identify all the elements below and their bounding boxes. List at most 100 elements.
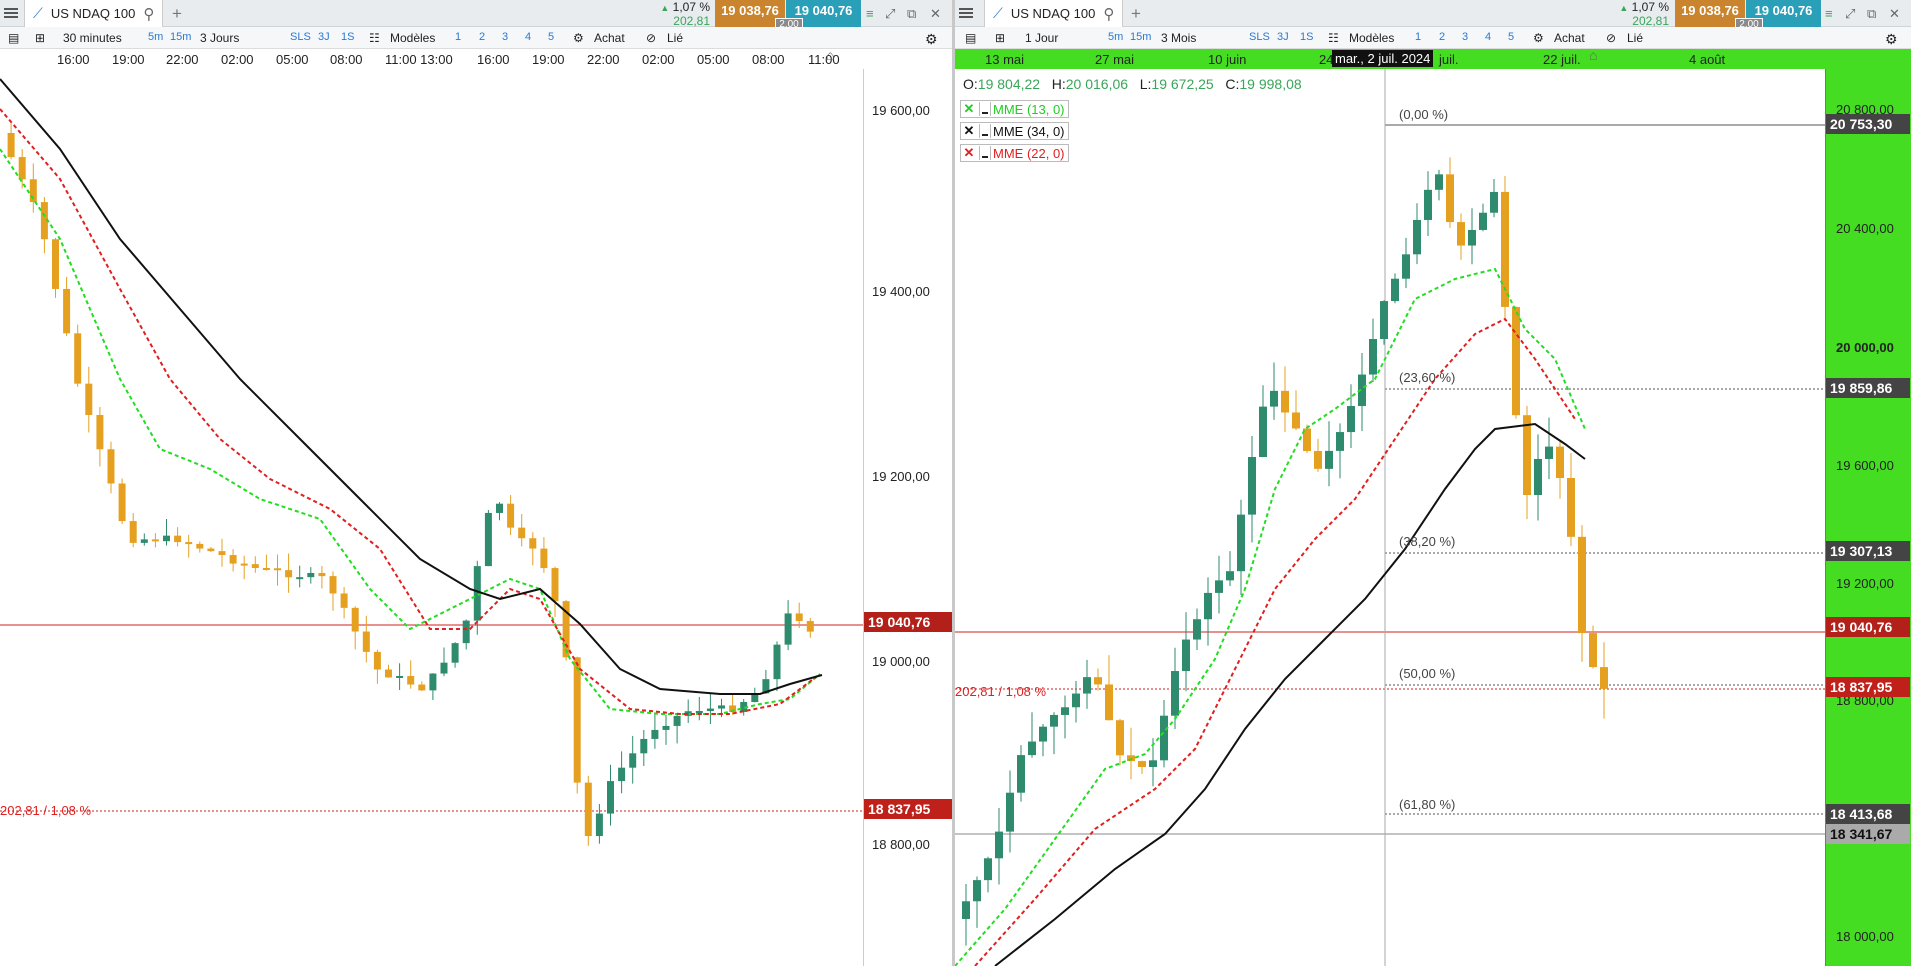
buy-button[interactable]: Achat [594,31,625,45]
list-icon[interactable]: ▤ [8,31,19,45]
daily-candle [1226,571,1234,581]
link-icon[interactable]: ⊘ [1606,31,1616,45]
remove-indicator-icon[interactable]: ✕ [961,123,977,139]
add-tab-icon[interactable]: + [172,4,182,24]
ref-change-label: 202,81 / 1,08 % [955,684,1047,699]
time-label: 08:00 [752,52,785,67]
preset-2-button[interactable]: 2 [479,31,485,43]
daily-candle [1083,677,1091,694]
close-icon[interactable]: ✕ [1889,6,1900,22]
link-icon[interactable]: ⊘ [646,31,656,45]
popout-icon[interactable]: ⧉ [907,6,916,22]
preset-1-button[interactable]: 1 [455,31,461,43]
preset-4-button[interactable]: 4 [1485,31,1491,43]
linked-button[interactable]: Lié [1627,31,1643,45]
intraday-candle [573,657,581,783]
models-icon[interactable]: ☷ [1328,31,1339,45]
up-arrow-icon: ▲ [660,3,670,13]
search-icon[interactable]: ⚲ [143,5,154,23]
instrument-name: US NDAQ 100 [1010,6,1096,21]
instrument-tab[interactable]: ⟋ US NDAQ 100 ⚲ [984,0,1124,27]
settings-gear-icon[interactable]: ⚙ [1885,31,1898,48]
instrument-tab[interactable]: ⟋ US NDAQ 100 ⚲ [24,0,164,27]
legend-ema-34[interactable]: ✕ MME (34, 0) [960,122,1069,140]
range-3j-button[interactable]: 3J [1277,31,1289,43]
layout-icon[interactable]: ⊞ [995,31,1005,45]
range-1s-button[interactable]: 1S [1300,31,1313,43]
models-button[interactable]: Modèles [390,31,435,45]
tf-5m-button[interactable]: 5m [1108,31,1123,43]
preset-4-button[interactable]: 4 [525,31,531,43]
search-icon[interactable]: ⚲ [1103,5,1114,23]
tab-bar: ⟋ US NDAQ 100 ⚲ + ▲ 1,07 % 202,81 19 038… [955,0,1911,30]
preset-3-button[interactable]: 3 [1462,31,1468,43]
intraday-candle [163,535,170,542]
remove-indicator-icon[interactable]: ✕ [961,101,977,117]
price-axis[interactable]: 20 800,00 20 400,00 20 000,00 19 600,00 … [1825,69,1911,966]
intraday-candle [607,781,614,814]
settings-gear-icon[interactable]: ⚙ [925,31,938,48]
tf-5m-button[interactable]: 5m [148,31,163,43]
preset-5-button[interactable]: 5 [1508,31,1514,43]
buy-settings-icon[interactable]: ⚙ [573,31,584,45]
daily-candle [1281,390,1289,413]
ref-change-label: 202,81 / 1,08 % [0,803,92,818]
add-tab-icon[interactable]: + [1131,4,1141,24]
hamburger-menu-icon[interactable] [4,6,18,20]
order-grip-icon[interactable]: ≡ [866,6,874,21]
range-3j-button[interactable]: 3J [318,31,330,43]
models-icon[interactable]: ☷ [369,31,380,45]
scroll-marker-icon[interactable]: ⌂ [1589,47,1597,63]
price-axis[interactable]: 19 600,00 19 400,00 19 200,00 19 000,00 … [863,69,952,966]
time-label: 11:00 13:00 [385,52,453,67]
tf-15m-button[interactable]: 15m [170,31,191,43]
range-1s-button[interactable]: 1S [341,31,354,43]
hamburger-menu-icon[interactable] [959,6,973,20]
remove-indicator-icon[interactable]: ✕ [961,145,977,161]
line-style-icon[interactable] [979,146,991,160]
ema-13-line [0,148,821,715]
expand-icon[interactable]: ⤢ [1845,6,1855,22]
sls-button[interactable]: SLS [1249,31,1270,43]
line-style-icon[interactable] [979,102,991,116]
preset-3-button[interactable]: 3 [502,31,508,43]
fib-price-box-618: 18 413,68 [1826,804,1910,824]
close-icon[interactable]: ✕ [930,6,941,22]
preset-1-button[interactable]: 1 [1415,31,1421,43]
daily-candle [1116,720,1124,756]
price-label: 19 600,00 [872,103,930,118]
intraday-candle [240,563,248,566]
layout-icon[interactable]: ⊞ [35,31,45,45]
timeframe-select[interactable]: 1 Jour [1025,31,1058,45]
scroll-marker-icon[interactable]: ⌂ [826,47,834,63]
list-icon[interactable]: ▤ [965,31,976,45]
line-style-icon[interactable] [979,124,991,138]
range-select[interactable]: 3 Mois [1161,31,1196,45]
intraday-candle [806,621,814,632]
range-select[interactable]: 3 Jours [200,31,239,45]
timeframe-select[interactable]: 30 minutes [63,31,122,45]
intraday-chart[interactable] [0,69,863,966]
time-label: 02:00 [642,52,675,67]
buy-settings-icon[interactable]: ⚙ [1533,31,1544,45]
sls-button[interactable]: SLS [290,31,311,43]
linked-button[interactable]: Lié [667,31,683,45]
order-grip-icon[interactable]: ≡ [1825,6,1833,21]
daily-chart[interactable] [955,69,1825,966]
legend-label: MME (22, 0) [993,145,1065,161]
time-label: 10 juin [1208,52,1247,67]
price-label: 19 200,00 [872,469,930,484]
intraday-candle [318,572,326,577]
time-label: 4 août [1689,52,1726,67]
preset-2-button[interactable]: 2 [1439,31,1445,43]
ohlc-open: 19 804,22 [977,76,1041,92]
buy-button[interactable]: Achat [1554,31,1585,45]
tf-15m-button[interactable]: 15m [1130,31,1151,43]
expand-icon[interactable]: ⤢ [885,6,895,22]
change-pct: ▲ 1,07 % [660,0,710,14]
preset-5-button[interactable]: 5 [548,31,554,43]
models-button[interactable]: Modèles [1349,31,1394,45]
legend-ema-13[interactable]: ✕ MME (13, 0) [960,100,1069,118]
legend-ema-22[interactable]: ✕ MME (22, 0) [960,144,1069,162]
popout-icon[interactable]: ⧉ [1867,6,1876,22]
